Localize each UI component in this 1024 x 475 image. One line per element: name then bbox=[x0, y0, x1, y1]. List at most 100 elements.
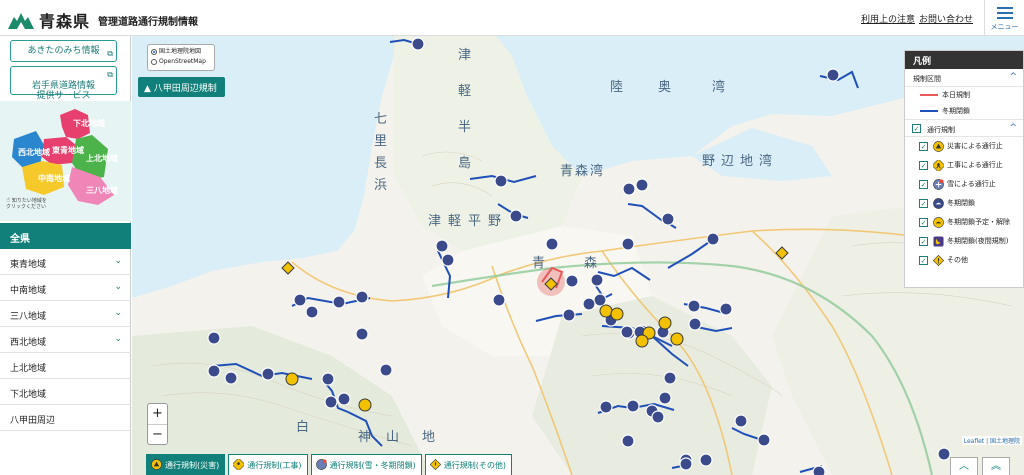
checkbox-checked-icon[interactable]: ✓ bbox=[919, 180, 928, 189]
legend-item-snow[interactable]: ✓ 雪による通行止 bbox=[905, 175, 1023, 194]
checkbox-checked-icon[interactable]: ✓ bbox=[912, 124, 921, 133]
usage-notes-link[interactable]: 利用上の注意 bbox=[861, 12, 915, 25]
map-canvas[interactable]: 津 軽 半 島 七 里 長 浜 陸 奥 湾 青森湾 野辺地湾 津軽平野 青 森 … bbox=[132, 36, 1024, 475]
menu-button[interactable]: メニュー bbox=[984, 0, 1024, 36]
contact-link[interactable]: お問い合わせ bbox=[919, 12, 973, 25]
tile-option-label: OpenStreetMap bbox=[159, 58, 206, 65]
region-item-label: 西北地域 bbox=[10, 338, 47, 348]
zoom-out-button[interactable]: − bbox=[148, 424, 167, 444]
red-line-swatch bbox=[920, 94, 938, 96]
menu-label: メニュー bbox=[990, 23, 1019, 31]
checkbox-checked-icon[interactable]: ✓ bbox=[919, 161, 928, 170]
region-label-chunan: 中南地域 bbox=[38, 173, 70, 183]
construction-icon bbox=[233, 459, 245, 470]
region-label-sanpachi: 三八地域 bbox=[86, 185, 118, 195]
region-label-seihoku: 西北地域 bbox=[18, 147, 50, 157]
tile-option-gsi[interactable]: 国土地理院地図 bbox=[151, 47, 211, 57]
map-label: 半 bbox=[458, 120, 472, 135]
legend-line-label: 本日規制 bbox=[942, 91, 970, 99]
legend-item-label: 冬期閉鎖予定・解除 bbox=[947, 218, 1010, 226]
site-subtitle: 管理道路通行規制情報 bbox=[98, 16, 199, 28]
legend-section-tsuko[interactable]: ✓ 通行規制 ^ bbox=[905, 119, 1023, 137]
checkbox-checked-icon[interactable]: ✓ bbox=[919, 142, 928, 151]
region-item-label: 八甲田周辺 bbox=[10, 416, 56, 426]
external-link-icon: ⧉ bbox=[107, 70, 113, 79]
iwate-road-info-link[interactable]: 岩手県道路情報 提供サービス ⧉ bbox=[10, 66, 117, 101]
chevron-up-icon: ^ bbox=[1009, 72, 1017, 82]
legend-item-construction[interactable]: ✓ 工事による通行止 bbox=[905, 156, 1023, 175]
iwate-link-label: 岩手県道路情報 提供サービス bbox=[31, 81, 95, 101]
tab-label: 通行規制(工事) bbox=[247, 461, 302, 470]
snow-icon bbox=[315, 459, 327, 470]
tab-other[interactable]: 通行規制(その他) bbox=[424, 454, 512, 475]
map-label: 長 bbox=[374, 156, 388, 171]
map-label: 青森湾 bbox=[560, 164, 606, 179]
chevron-down-icon: ⌄ bbox=[114, 256, 122, 266]
blue-line-swatch bbox=[920, 110, 938, 112]
region-item-seihoku[interactable]: 西北地域 ⌄ bbox=[0, 327, 131, 353]
legend-item-label: 雪による通行止 bbox=[947, 180, 996, 188]
legend-line-winter: 冬期閉鎖 bbox=[905, 103, 1023, 119]
zoom-in-button[interactable]: + bbox=[148, 404, 167, 424]
map-label: 湾 bbox=[712, 80, 726, 95]
map-base bbox=[132, 36, 1024, 475]
checkbox-checked-icon[interactable]: ✓ bbox=[919, 199, 928, 208]
akita-road-info-link[interactable]: あきたのみち情報 ⧉ bbox=[10, 40, 117, 62]
external-link-icon: ⧉ bbox=[107, 49, 113, 58]
header: 青森県 管理道路通行規制情報 利用上の注意 お問い合わせ メニュー bbox=[0, 0, 1024, 36]
scroll-top-button[interactable]: ︽ bbox=[982, 457, 1010, 475]
site-title: 青森県 bbox=[39, 12, 91, 31]
scroll-up-button[interactable]: ︿ bbox=[950, 457, 978, 475]
checkbox-checked-icon[interactable]: ✓ bbox=[919, 256, 928, 265]
region-item-toosei[interactable]: 東青地域 ⌄ bbox=[0, 249, 131, 275]
legend-item-winter-schedule[interactable]: ✓ 冬期閉鎖予定・解除 bbox=[905, 213, 1023, 232]
legend-item-night-closure[interactable]: ✓ 冬期閉鎖(夜間規制) bbox=[905, 232, 1023, 251]
tab-disaster[interactable]: 通行規制(災害) bbox=[146, 454, 226, 475]
tab-snow-winter[interactable]: 通行規制(雪・冬期閉鎖) bbox=[310, 454, 422, 475]
legend-item-other[interactable]: ✓ その他 bbox=[905, 251, 1023, 270]
tile-option-label: 国土地理院地図 bbox=[159, 48, 202, 55]
tile-option-osm[interactable]: OpenStreetMap bbox=[151, 57, 211, 67]
construction-icon bbox=[933, 160, 944, 171]
legend-item-label: 工事による通行止 bbox=[947, 161, 1003, 169]
legend-panel: 凡例 規制区間 ^ 本日規制 冬期閉鎖 ✓ 通行規制 ^ ✓ 災害による通行止 … bbox=[904, 50, 1024, 288]
legend-section-kisei[interactable]: 規制区間 ^ bbox=[905, 69, 1023, 87]
map-label: 白 bbox=[296, 420, 310, 435]
legend-line-label: 冬期閉鎖 bbox=[942, 107, 970, 115]
map-label: 森 bbox=[584, 256, 598, 271]
aomori-emblem-icon bbox=[8, 13, 34, 29]
region-item-kamikita[interactable]: 上北地域 bbox=[0, 353, 131, 379]
tile-layer-switcher: 国土地理院地図 OpenStreetMap bbox=[147, 44, 215, 71]
checkbox-checked-icon[interactable]: ✓ bbox=[919, 237, 928, 246]
legend-line-today: 本日規制 bbox=[905, 87, 1023, 103]
map-label: 津軽平野 bbox=[428, 214, 509, 229]
map-label: 里 bbox=[374, 134, 388, 149]
akita-link-label: あきたのみち情報 bbox=[27, 46, 100, 56]
region-item-shimokita[interactable]: 下北地域 bbox=[0, 379, 131, 405]
region-item-label: 上北地域 bbox=[10, 364, 47, 374]
site-logo[interactable]: 青森県 管理道路通行規制情報 bbox=[8, 8, 198, 32]
map-label: 奥 bbox=[658, 80, 672, 95]
region-item-hakkoda[interactable]: 八甲田周辺 bbox=[0, 405, 131, 431]
legend-item-label: 災害による通行止 bbox=[947, 142, 1003, 150]
region-label-kamikita: 上北地域 bbox=[86, 153, 118, 163]
chevron-down-icon: ⌄ bbox=[114, 282, 122, 292]
tab-construction[interactable]: 通行規制(工事) bbox=[228, 454, 308, 475]
hakkoda-restriction-button[interactable]: ▲ 八甲田周辺規制 bbox=[138, 77, 225, 97]
legend-item-winter-closure[interactable]: ✓ 冬期閉鎖 bbox=[905, 194, 1023, 213]
map-label: 浜 bbox=[374, 178, 388, 193]
winter-closure-icon bbox=[933, 198, 944, 209]
map-label: 島 bbox=[458, 156, 472, 171]
region-item-chunan[interactable]: 中南地域 ⌄ bbox=[0, 275, 131, 301]
legend-item-label: 冬期閉鎖(夜間規制) bbox=[947, 237, 1009, 245]
legend-title: 凡例 bbox=[905, 51, 1023, 69]
region-item-sanpachi[interactable]: 三八地域 ⌄ bbox=[0, 301, 131, 327]
map-label: 地 bbox=[422, 430, 436, 445]
region-all[interactable]: 全県 bbox=[0, 223, 131, 249]
radio-selected-icon bbox=[151, 48, 157, 55]
legend-item-disaster[interactable]: ✓ 災害による通行止 bbox=[905, 137, 1023, 156]
checkbox-checked-icon[interactable]: ✓ bbox=[919, 218, 928, 227]
map-attribution[interactable]: Leaflet | 国土地理院 bbox=[961, 436, 1022, 445]
radio-icon bbox=[151, 58, 157, 65]
chevron-up-icon: ︿ bbox=[959, 461, 969, 472]
